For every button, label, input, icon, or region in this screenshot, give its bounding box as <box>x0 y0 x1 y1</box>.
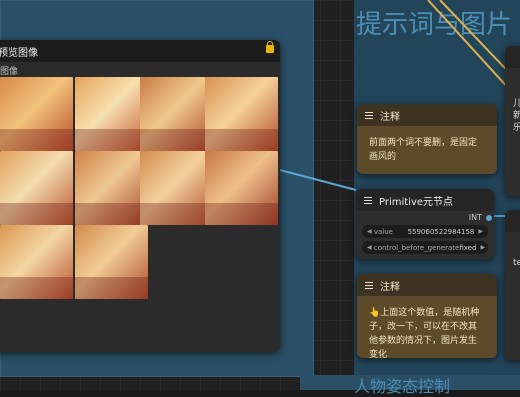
text-node-header[interactable] <box>505 210 520 232</box>
thumbnail[interactable] <box>75 225 148 299</box>
thumbnail[interactable] <box>0 225 73 299</box>
thumbnail[interactable] <box>75 151 148 225</box>
note-bottom-text[interactable]: 👆上面这个数值，是随机种子，改一下，可以在不改其他参数的情况下，图片发生变化 <box>357 296 497 372</box>
text-node-snippet: te <box>513 258 520 268</box>
thumbnail[interactable] <box>0 77 73 151</box>
increment-arrow-icon[interactable]: ▶ <box>480 244 485 251</box>
preview-output-label: 图像 <box>0 67 19 77</box>
preview-image-node[interactable]: 预览图像 图像 <box>0 40 280 352</box>
thumbnail[interactable] <box>0 151 73 225</box>
thumbnail[interactable] <box>140 77 213 151</box>
note-bottom-title: 注释 <box>380 281 400 293</box>
widget-name: value <box>373 227 393 236</box>
widget-value: 559060522984158 <box>407 227 475 236</box>
widget-value: fixed <box>459 243 477 252</box>
menu-icon[interactable] <box>365 280 373 291</box>
prompt-text-line: 乐 <box>513 123 520 133</box>
note-node-bottom[interactable]: 注释 👆上面这个数值，是随机种子，改一下，可以在不改其他参数的情况下，图片发生变… <box>357 274 497 360</box>
note-top-title: 注释 <box>380 111 400 123</box>
prompt-node-header[interactable] <box>505 46 520 68</box>
note-node-top[interactable]: 注释 前面两个词不要删，是固定画风的 <box>357 104 497 174</box>
decrement-arrow-icon[interactable]: ◀ <box>367 228 372 235</box>
note-bottom-header[interactable]: 注释 <box>357 274 497 296</box>
control-before-generate-widget[interactable]: ◀ control_before_generate fixed ▶ <box>362 241 488 254</box>
increment-arrow-icon[interactable]: ▶ <box>478 228 483 235</box>
note-top-text[interactable]: 前面两个词不要删，是固定画风的 <box>357 126 497 174</box>
thumbnail[interactable] <box>205 151 278 225</box>
decrement-arrow-icon[interactable]: ◀ <box>367 244 372 251</box>
thumbnail[interactable] <box>140 151 213 225</box>
link-image-primitive <box>279 169 357 191</box>
widget-name: control_before_generate <box>373 243 460 252</box>
preview-node-title: 预览图像 <box>0 47 38 59</box>
lock-icon[interactable] <box>266 41 274 53</box>
seed-value-widget[interactable]: ◀ value 559060522984158 ▶ <box>362 225 488 238</box>
output-type-label: INT <box>468 213 482 222</box>
thumbnail[interactable] <box>205 77 278 151</box>
preview-image-grid[interactable] <box>0 77 280 339</box>
primitive-node-header[interactable]: Primitive元节点 <box>356 189 494 211</box>
text-node-partial[interactable]: te <box>505 210 520 360</box>
output-slot[interactable] <box>486 215 492 221</box>
thumbnail[interactable] <box>75 77 148 151</box>
menu-icon[interactable] <box>365 110 373 121</box>
preview-node-header[interactable]: 预览图像 <box>0 40 280 62</box>
prompt-node-partial[interactable]: 儿 新 乐 <box>505 46 520 196</box>
menu-icon[interactable] <box>364 195 372 206</box>
link-yellow-1 <box>427 0 511 91</box>
primitive-node-title: Primitive元节点 <box>379 196 454 208</box>
primitive-node[interactable]: Primitive元节点 INT ◀ value 559060522984158… <box>356 189 494 259</box>
note-top-header[interactable]: 注释 <box>357 104 497 126</box>
